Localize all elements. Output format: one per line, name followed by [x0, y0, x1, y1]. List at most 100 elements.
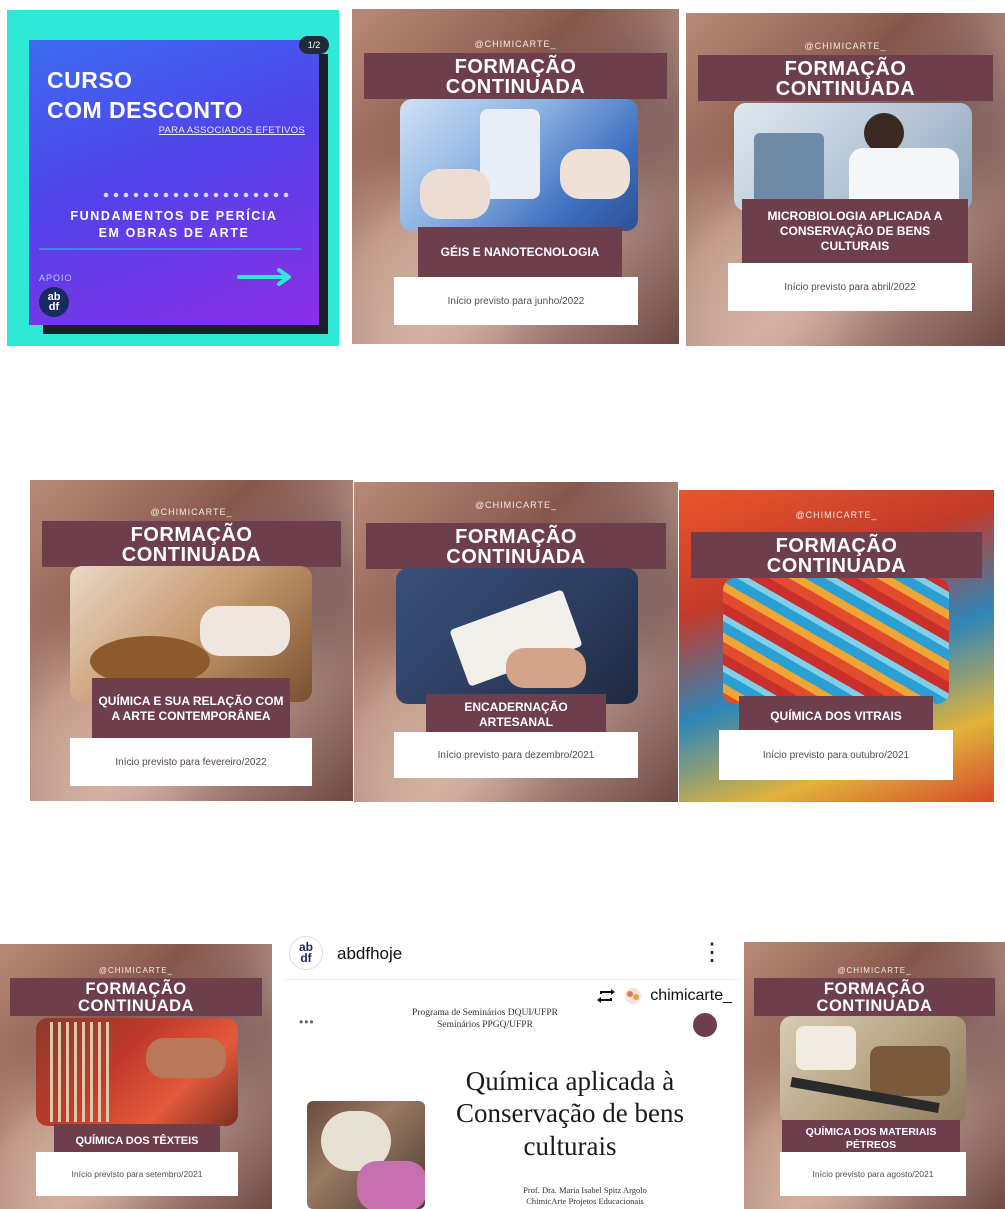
post-banner: FORMAÇÃO CONTINUADA	[698, 55, 993, 101]
post-banner: FORMAÇÃO CONTINUADA	[364, 53, 667, 99]
promo-support-label: APOIO	[39, 273, 73, 283]
loom-threads-shape	[50, 1022, 110, 1122]
chimicarte-avatar-icon	[625, 988, 642, 1004]
program-heading: Programa de Seminários DQUI/UFPR Seminár…	[385, 1007, 585, 1032]
repost-bar: chimicarte_	[596, 987, 732, 1005]
post-handle: @CHIMICARTE_	[804, 41, 887, 51]
banner-line2: CONTINUADA	[445, 76, 586, 98]
seminar-author: Prof. Dra. Maria Isabel Spitz Argolo Chi…	[465, 1185, 705, 1207]
course-post-tile-geis[interactable]: @CHIMICARTE_ FORMAÇÃO CONTINUADA GÉIS E …	[352, 9, 679, 344]
repost-username[interactable]: chimicarte_	[650, 987, 732, 1005]
hand-shape	[146, 1038, 226, 1078]
program-line1: Programa de Seminários DQUI/UFPR	[412, 1008, 558, 1018]
course-start-date: Início previsto para junho/2022	[394, 277, 638, 325]
banner-line1: FORMAÇÃO	[454, 56, 577, 78]
post-handle: @CHIMICARTE_	[475, 500, 557, 510]
banner-line1: FORMAÇÃO	[130, 524, 253, 546]
banner-line1: FORMAÇÃO	[455, 526, 577, 548]
course-start-date: Início previsto para abril/2022	[728, 263, 972, 311]
post-banner: FORMAÇÃO CONTINUADA	[10, 978, 262, 1016]
course-start-date: Início previsto para outubro/2021	[719, 730, 953, 780]
post-header: ab df abdfhoje ⋮	[285, 930, 740, 980]
scientist-head-shape	[864, 113, 904, 153]
course-start-date: Início previsto para fevereiro/2022	[70, 738, 312, 786]
course-post-tile-materiais-petreos[interactable]: @CHIMICARTE_ FORMAÇÃO CONTINUADA QUÍMICA…	[744, 942, 1005, 1209]
promo-post-tile[interactable]: CURSO COM DESCONTO PARA ASSOCIADOS EFETI…	[7, 10, 339, 346]
abdf-logo-bottom: df	[48, 301, 60, 313]
course-start-date: Início previsto para agosto/2021	[780, 1152, 966, 1196]
window-dots: •••	[299, 1015, 315, 1029]
course-start-date: Início previsto para setembro/2021	[36, 1152, 238, 1196]
abdf-logo: ab df	[39, 287, 69, 317]
banner-line2: CONTINUADA	[446, 546, 586, 568]
post-handle: @CHIMICARTE_	[837, 966, 912, 975]
weaving-photo	[36, 1018, 238, 1126]
banner-line1: FORMAÇÃO	[85, 980, 187, 998]
seminar-photo	[307, 1101, 425, 1209]
post-handle: @CHIMICARTE_	[474, 39, 557, 49]
program-line2: Seminários PPGQ/UFPR	[437, 1020, 533, 1031]
stone-block-shape	[796, 1026, 856, 1070]
promo-subheading: PARA ASSOCIADOS EFETIVOS	[158, 125, 305, 136]
course-post-tile-texteis[interactable]: @CHIMICARTE_ FORMAÇÃO CONTINUADA QUÍMICA…	[0, 944, 272, 1209]
post-image: chimicarte_ ••• Programa de Seminários D…	[285, 981, 740, 1209]
laboratory-photo	[734, 103, 972, 211]
promo-course-line2: EM OBRAS DE ARTE	[98, 225, 250, 240]
page-indicator-badge: 1/2	[299, 36, 329, 54]
banner-line1: FORMAÇÃO	[775, 535, 898, 557]
course-start-date: Início previsto para dezembro/2021	[394, 732, 638, 778]
post-handle: @CHIMICARTE_	[150, 507, 233, 517]
promo-card: CURSO COM DESCONTO PARA ASSOCIADOS EFETI…	[29, 40, 319, 325]
promo-heading: CURSO COM DESCONTO	[47, 66, 243, 126]
course-post-tile-arte-contemporanea[interactable]: @CHIMICARTE_ FORMAÇÃO CONTINUADA QUÍMICA…	[30, 480, 353, 801]
post-banner: FORMAÇÃO CONTINUADA	[366, 523, 666, 569]
course-title-label: QUÍMICA E SUA RELAÇÃO COM A ARTE CONTEMP…	[92, 678, 290, 740]
gloved-hand-shape	[200, 606, 290, 656]
author-line2: ChimicArte Projetos Educacionais	[526, 1196, 644, 1207]
banner-line2: CONTINUADA	[775, 78, 916, 100]
promo-heading-line1: CURSO	[47, 67, 133, 93]
brush-shape	[870, 1046, 950, 1096]
post-handle: @CHIMICARTE_	[795, 510, 878, 520]
microscope-photo	[400, 99, 638, 231]
course-title-label: ENCADERNAÇÃO ARTESANAL	[426, 694, 606, 736]
post-banner: FORMAÇÃO CONTINUADA	[754, 978, 995, 1016]
gloved-hand-shape	[357, 1161, 425, 1209]
more-options-icon[interactable]: ⋮	[700, 938, 724, 967]
post-banner: FORMAÇÃO CONTINUADA	[42, 521, 341, 567]
course-title-label: MICROBIOLOGIA APLICADA A CONSERVAÇÃO DE …	[742, 199, 968, 263]
author-line1: Prof. Dra. Maria Isabel Spitz Argolo	[523, 1185, 647, 1195]
promo-heading-line2: COM DESCONTO	[47, 96, 243, 123]
repost-icon	[597, 989, 616, 1003]
bookbinding-photo	[396, 568, 638, 704]
mosaic-photo	[723, 578, 949, 704]
avatar-bottom: df	[300, 951, 312, 965]
promo-dots-divider	[101, 192, 291, 198]
course-title-label: GÉIS E NANOTECNOLOGIA	[418, 227, 622, 277]
seminar-title: Química aplicada à Conservação de bens c…	[435, 1065, 705, 1162]
user-avatar[interactable]: ab df	[289, 936, 323, 970]
gloved-hand-shape	[420, 169, 490, 219]
post-banner: FORMAÇÃO CONTINUADA	[691, 532, 982, 578]
course-post-tile-encadernacao[interactable]: @CHIMICARTE_ FORMAÇÃO CONTINUADA ENCADER…	[354, 482, 678, 802]
course-post-tile-vitrais[interactable]: @CHIMICARTE_ FORMAÇÃO CONTINUADA QUÍMICA…	[679, 490, 994, 802]
title-line2: Conservação de bens	[456, 1098, 684, 1129]
record-dot	[693, 1013, 717, 1037]
instagram-post[interactable]: ab df abdfhoje ⋮ chimicarte_ ••• Program…	[285, 930, 740, 1209]
username[interactable]: abdfhoje	[337, 944, 402, 964]
lab-equipment-shape	[754, 133, 824, 203]
banner-line2: CONTINUADA	[766, 555, 907, 577]
banner-line1: FORMAÇÃO	[823, 980, 926, 998]
post-handle: @CHIMICARTE_	[98, 966, 174, 975]
title-line1: Química aplicada à	[465, 1066, 675, 1096]
banner-line2: CONTINUADA	[78, 996, 194, 1015]
promo-course-line1: FUNDAMENTOS DE PERÍCIA	[70, 209, 278, 223]
gloved-hand-shape	[560, 149, 630, 199]
banner-line1: FORMAÇÃO	[784, 58, 907, 80]
hand-shape	[506, 648, 586, 688]
course-post-tile-microbiologia[interactable]: @CHIMICARTE_ FORMAÇÃO CONTINUADA MICROBI…	[686, 13, 1005, 346]
promo-underline	[39, 248, 301, 250]
title-line3: culturais	[523, 1130, 617, 1161]
stone-tools-photo	[780, 1016, 966, 1124]
banner-line2: CONTINUADA	[816, 996, 933, 1015]
